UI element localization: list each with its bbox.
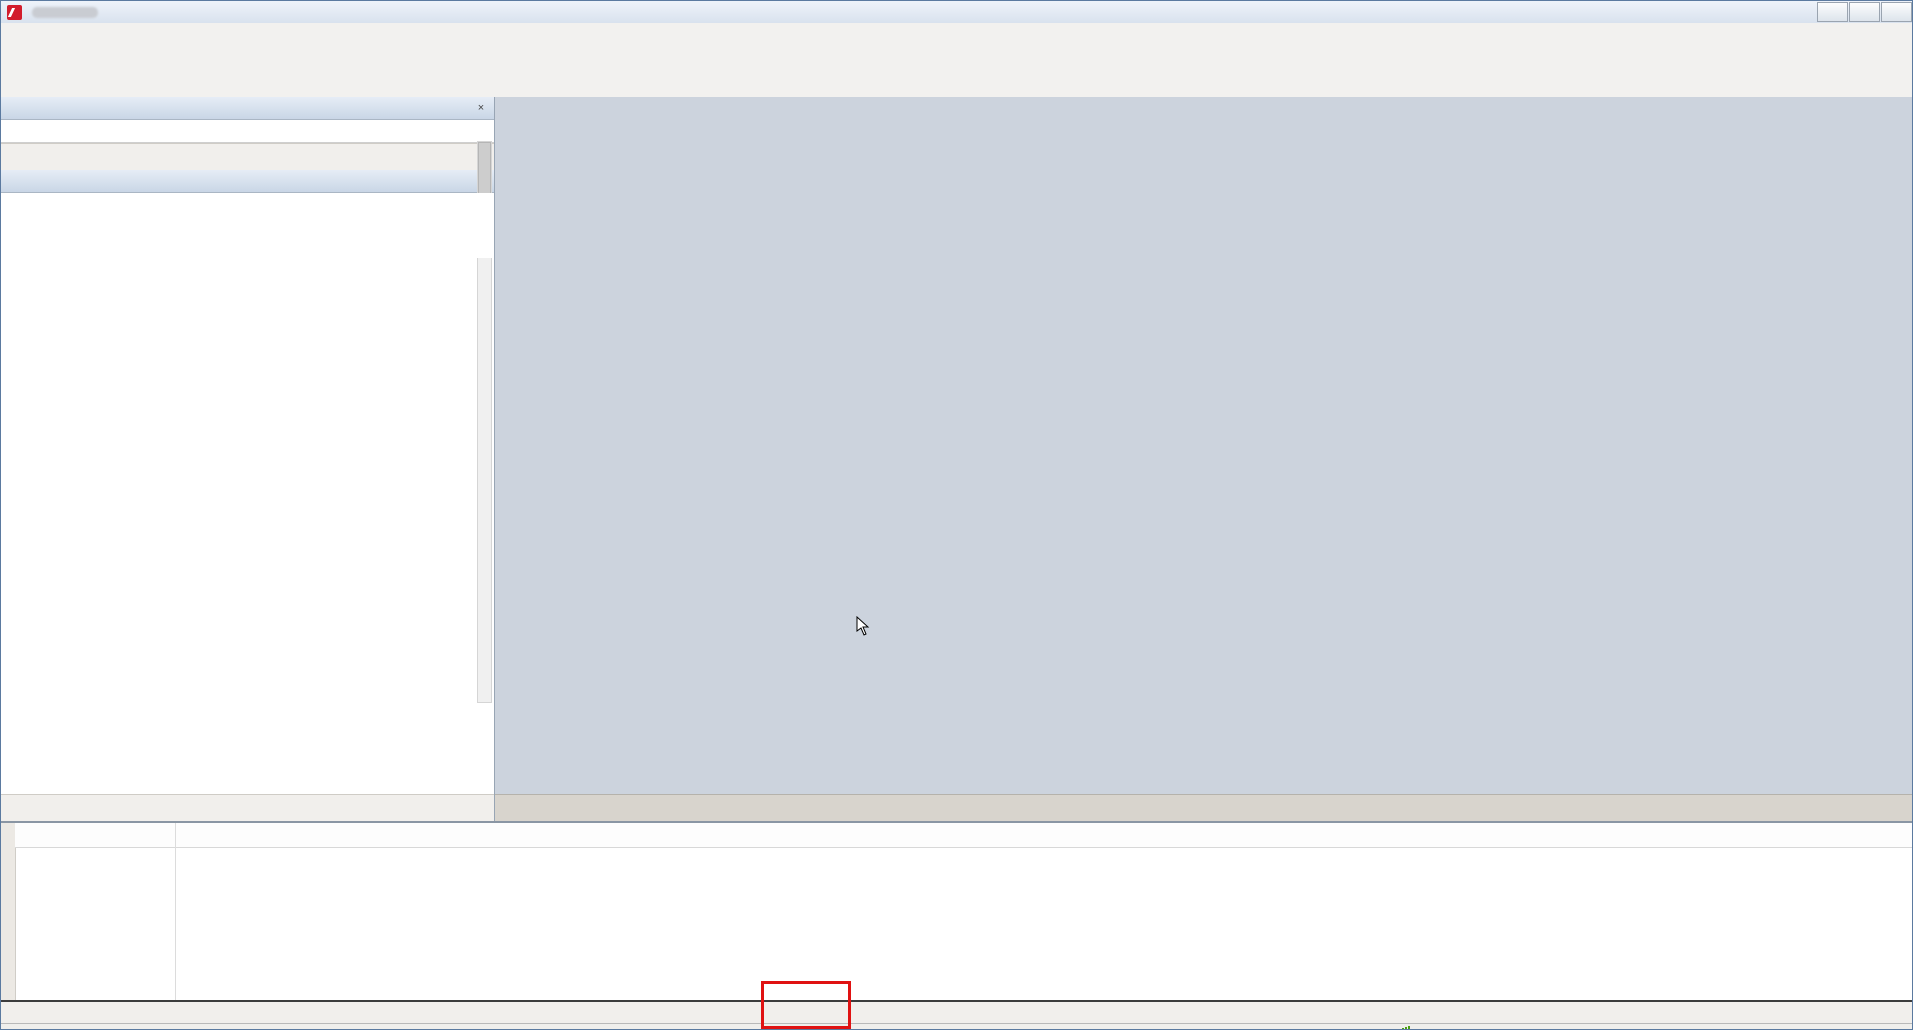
- title-bar: [1, 1, 1912, 24]
- connection-bars-icon: [1399, 1026, 1411, 1030]
- annotation-highlight-box: [761, 981, 851, 1029]
- navigator-tabs: [1, 794, 494, 821]
- menu-bar: [1, 23, 1912, 44]
- chart-workspace: [495, 97, 1913, 794]
- market-watch-column-header: [1, 120, 494, 143]
- minimize-button[interactable]: [1817, 2, 1848, 22]
- account-number-blur: [32, 7, 98, 18]
- navigator-header: ×: [1, 170, 494, 193]
- left-panel-column: × ×: [1, 97, 495, 821]
- navigator-tree: [1, 193, 494, 258]
- market-watch-close-icon[interactable]: ×: [474, 102, 488, 114]
- market-watch-tabs: [1, 143, 494, 170]
- maximize-button[interactable]: [1849, 2, 1880, 22]
- market-watch-header: ×: [1, 97, 494, 120]
- terminal-panel: [1, 821, 1913, 1030]
- mt4-terminal-window: × ×: [0, 0, 1913, 1030]
- window-controls: [1816, 2, 1912, 22]
- toolbar-line-studies: [1, 69, 1912, 98]
- journal-column-divider: [175, 823, 176, 1000]
- terminal-side-strip: [1, 823, 16, 1030]
- close-button[interactable]: [1881, 2, 1912, 22]
- journal-header: [15, 823, 1913, 848]
- window-title: [29, 5, 101, 19]
- chart-tab-bar: [495, 794, 1913, 821]
- mt4-logo-icon: [7, 5, 22, 20]
- mouse-cursor: [856, 616, 872, 636]
- status-bar: [1, 1023, 1912, 1030]
- toolbar-standard: [1, 43, 1912, 70]
